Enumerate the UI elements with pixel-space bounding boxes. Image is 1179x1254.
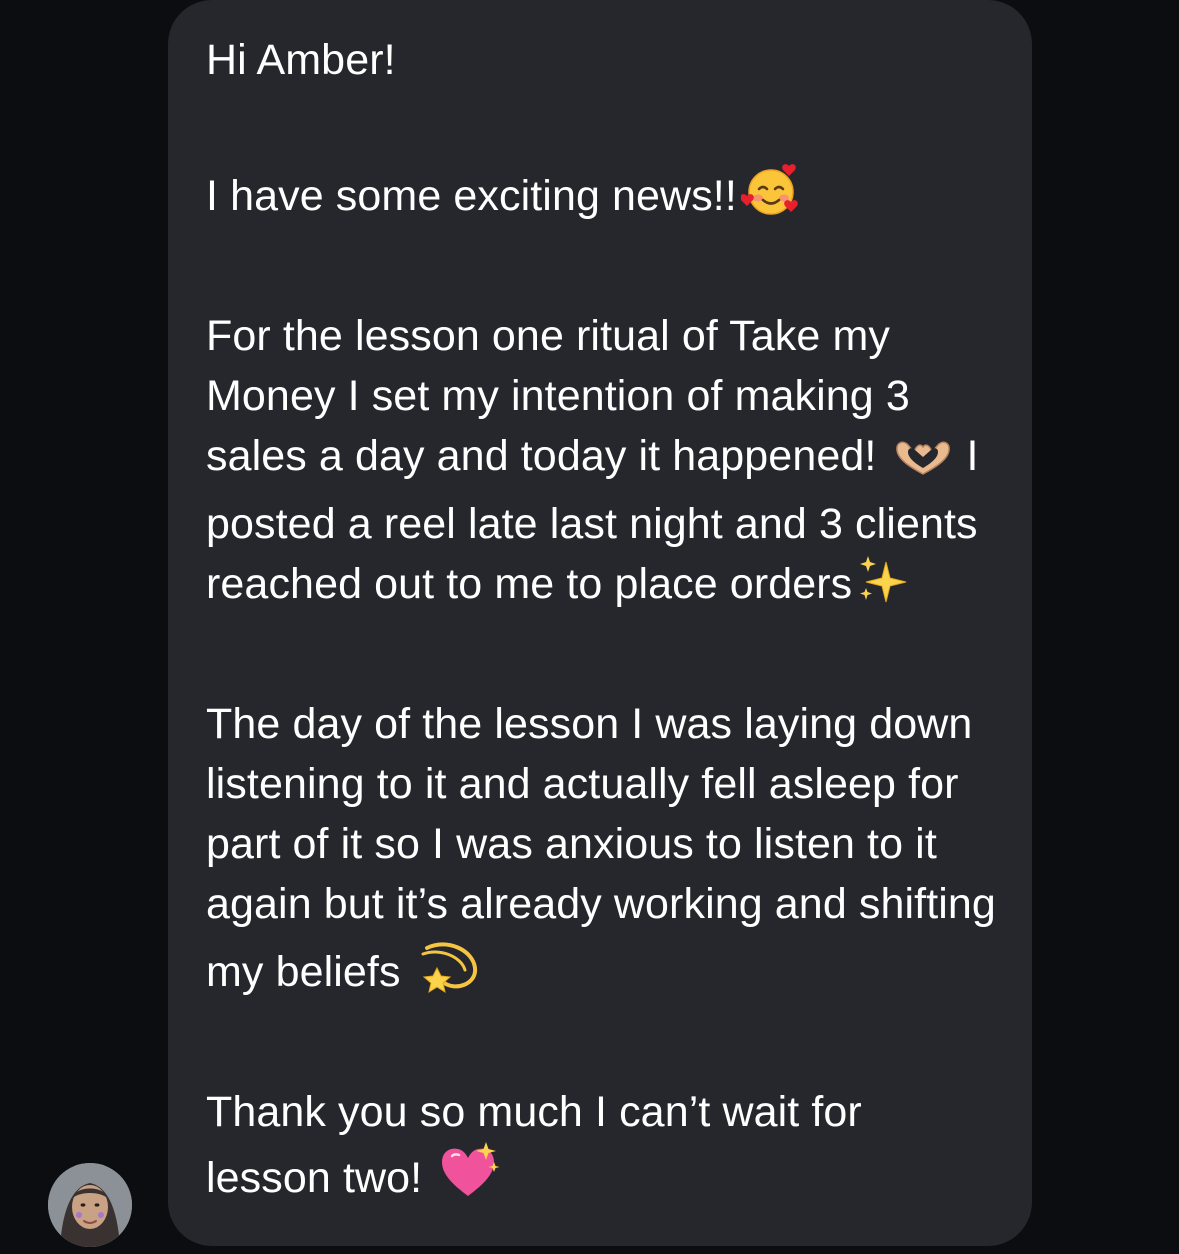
sparkling-heart-icon [438, 1142, 500, 1216]
message-paragraph-lesson: The day of the lesson I was laying down … [206, 694, 996, 1010]
dizzy-star-icon [417, 934, 481, 1010]
greeting-text: Hi Amber! [206, 36, 396, 84]
message-news-line: I have some exciting news!! [206, 162, 996, 234]
sparkles-icon [856, 554, 912, 622]
smiling-face-with-hearts-icon [740, 162, 801, 234]
received-message-bubble[interactable]: Hi Amber! I have some exciting news!! Fo… [168, 0, 1032, 1246]
heart-hands-icon [892, 434, 954, 494]
message-paragraph-ritual: For the lesson one ritual of Take my Mon… [206, 306, 996, 622]
conversation-view: Hi Amber! I have some exciting news!! Fo… [0, 0, 1179, 1254]
sender-avatar[interactable] [48, 1163, 132, 1247]
ritual-text-part1: For the lesson one ritual of Take my Mon… [206, 312, 910, 480]
news-text: I have some exciting news!! [206, 172, 737, 220]
message-paragraph-thanks: Thank you so much I can’t wait for lesso… [206, 1082, 996, 1216]
thanks-text: Thank you so much I can’t wait for lesso… [206, 1088, 862, 1202]
lesson-text: The day of the lesson I was laying down … [206, 700, 996, 996]
message-greeting: Hi Amber! [206, 30, 996, 90]
avatar-photo [48, 1163, 132, 1247]
